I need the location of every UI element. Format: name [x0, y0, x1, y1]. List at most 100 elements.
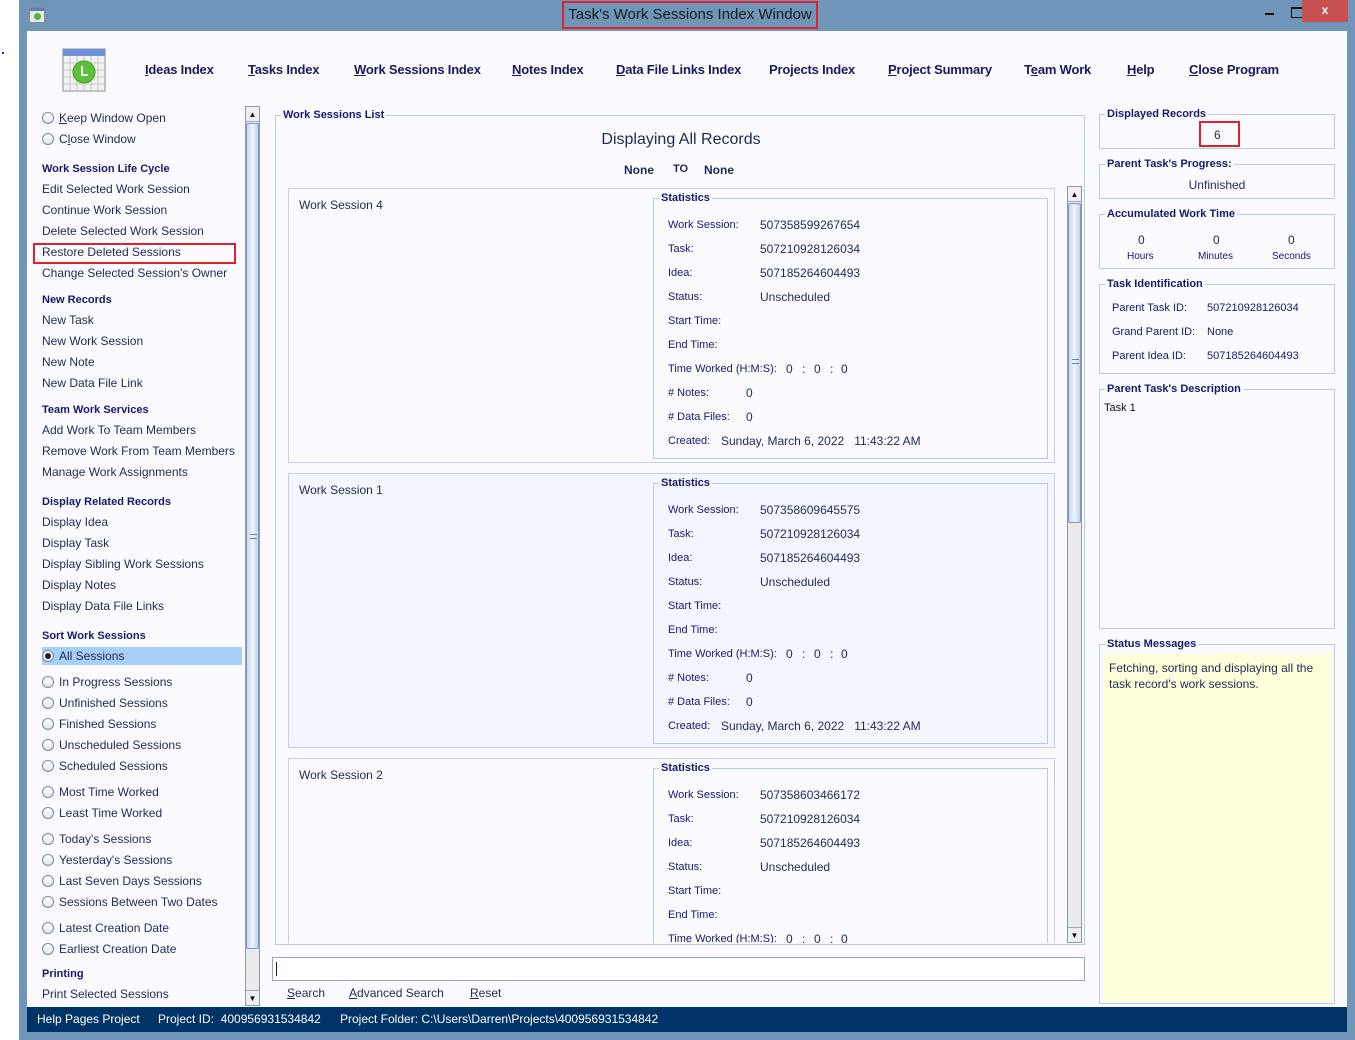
action-restore-deleted-sessions[interactable]: Restore Deleted Sessions — [42, 245, 181, 259]
minimize-button[interactable] — [1257, 0, 1283, 22]
time-separator: : — [830, 647, 834, 661]
seconds-label: Seconds — [1272, 251, 1311, 262]
menu-team-work[interactable]: Team Work — [1024, 62, 1091, 77]
value-task-id: 507210928126034 — [760, 527, 861, 541]
label-work-session: Work Session: — [668, 789, 739, 801]
value-task-id: 507210928126034 — [760, 242, 861, 256]
radio-finished-sessions[interactable]: Finished Sessions — [42, 717, 156, 731]
menu-project-summary[interactable]: Project Summary — [888, 62, 992, 77]
action-print-selected-sessions[interactable]: Print Selected Sessions — [42, 987, 169, 1001]
radio-in-progress-sessions[interactable]: In Progress Sessions — [42, 675, 172, 689]
radio-scheduled-sessions[interactable]: Scheduled Sessions — [42, 759, 168, 773]
left-pane-scrollbar[interactable]: ▲ ▼ — [245, 106, 260, 1006]
action-display-notes[interactable]: Display Notes — [42, 578, 116, 592]
label-start-time: Start Time: — [668, 315, 722, 327]
action-display-idea[interactable]: Display Idea — [42, 515, 108, 529]
action-edit-selected-work-session[interactable]: Edit Selected Work Session — [42, 182, 190, 196]
title-bar[interactable]: Task's Work Sessions Index Window x — [19, 0, 1355, 30]
action-display-task[interactable]: Display Task — [42, 536, 109, 550]
search-input[interactable] — [272, 957, 1085, 981]
action-add-work-to-team[interactable]: Add Work To Team Members — [42, 423, 196, 437]
section-header-related-records: Display Related Records — [42, 496, 171, 508]
action-new-task[interactable]: New Task — [42, 313, 94, 327]
value-minutes: 0 — [814, 647, 821, 661]
status-messages-panel: Status Messages Fetching, sorting and di… — [1099, 638, 1335, 1004]
scroll-down-arrow-icon[interactable]: ▼ — [246, 990, 259, 1005]
menu-close-program[interactable]: Close Program — [1189, 62, 1279, 77]
scroll-thumb[interactable] — [246, 123, 259, 949]
radio-least-time-worked[interactable]: Least Time Worked — [42, 806, 162, 820]
menu-tasks-index[interactable]: Tasks Index — [248, 62, 319, 77]
scroll-up-arrow-icon[interactable]: ▲ — [246, 107, 259, 122]
label-idea: Idea: — [668, 837, 693, 849]
radio-unfinished-sessions[interactable]: Unfinished Sessions — [42, 696, 168, 710]
close-window-button[interactable]: x — [1302, 0, 1348, 22]
advanced-search-button[interactable]: Advanced Search — [349, 986, 444, 1000]
value-seconds: 0 — [841, 932, 848, 943]
radio-all-sessions[interactable]: All Sessions — [42, 649, 124, 663]
value-minutes: 0 — [814, 362, 821, 376]
action-new-work-session[interactable]: New Work Session — [42, 334, 143, 348]
section-header-sort: Sort Work Sessions — [42, 630, 146, 642]
action-manage-work-assignments[interactable]: Manage Work Assignments — [42, 465, 188, 479]
parent-task-description-panel: Parent Task's Description Task 1 — [1099, 383, 1335, 629]
menu-help[interactable]: Help — [1127, 62, 1155, 77]
app-calendar-icon — [29, 7, 45, 23]
window-title: Task's Work Sessions Index Window — [562, 1, 818, 29]
action-continue-work-session[interactable]: Continue Work Session — [42, 203, 167, 217]
radio-between-two-dates[interactable]: Sessions Between Two Dates — [42, 895, 218, 909]
radio-todays-sessions[interactable]: Today's Sessions — [42, 832, 151, 846]
menu-data-file-links-index[interactable]: Data File Links Index — [616, 62, 741, 77]
action-remove-work-from-team[interactable]: Remove Work From Team Members — [42, 444, 235, 458]
search-button[interactable]: Search — [287, 986, 325, 1000]
radio-icon — [42, 807, 54, 819]
radio-yesterdays-sessions[interactable]: Yesterday's Sessions — [42, 853, 172, 867]
action-delete-selected-work-session[interactable]: Delete Selected Work Session — [42, 224, 204, 238]
radio-last-seven-days[interactable]: Last Seven Days Sessions — [42, 874, 202, 888]
menu-projects-index[interactable]: Projects Index — [769, 62, 855, 77]
radio-close-window[interactable]: Close Window — [42, 132, 136, 146]
label-end-time: End Time: — [668, 909, 718, 921]
label-idea: Idea: — [668, 267, 693, 279]
accumulated-work-time-legend: Accumulated Work Time — [1105, 208, 1237, 220]
hours-label: Hours — [1127, 251, 1154, 262]
text-caret — [276, 962, 277, 976]
session-card[interactable]: Work Session 4 Statistics Work Session: … — [288, 188, 1055, 463]
action-change-session-owner[interactable]: Change Selected Session's Owner — [42, 266, 227, 280]
value-idea-id: 507185264604493 — [760, 836, 861, 850]
session-card[interactable]: Work Session 1 Statistics Work Session: … — [288, 473, 1055, 748]
value-seconds: 0 — [841, 647, 848, 661]
action-new-note[interactable]: New Note — [42, 355, 95, 369]
menu-work-sessions-index[interactable]: Work Sessions Index — [354, 62, 481, 77]
section-header-new-records: New Records — [42, 294, 112, 306]
radio-most-time-worked[interactable]: Most Time Worked — [42, 785, 159, 799]
action-display-sibling-sessions[interactable]: Display Sibling Work Sessions — [42, 557, 204, 571]
label-end-time: End Time: — [668, 624, 718, 636]
action-new-data-file-link[interactable]: New Data File Link — [42, 376, 143, 390]
action-display-data-file-links[interactable]: Display Data File Links — [42, 599, 164, 613]
status-project-folder: Project Folder: C:\Users\Darren\Projects… — [340, 1012, 659, 1026]
parent-task-description: Task 1 — [1104, 402, 1136, 414]
parent-task-progress-panel: Parent Task's Progress: Unfinished — [1099, 158, 1335, 199]
radio-latest-creation-date[interactable]: Latest Creation Date — [42, 921, 169, 935]
radio-earliest-creation-date[interactable]: Earliest Creation Date — [42, 942, 176, 956]
displayed-records-legend: Displayed Records — [1105, 108, 1209, 120]
scroll-down-arrow-icon[interactable]: ▼ — [1068, 927, 1081, 942]
accum-minutes: 0 — [1213, 233, 1220, 247]
session-card[interactable]: Work Session 2 Statistics Work Session: … — [288, 758, 1055, 943]
section-header-lifecycle: Work Session Life Cycle — [42, 163, 170, 175]
value-notes-count: 0 — [746, 671, 753, 685]
radio-keep-window-open[interactable]: Keep Window Open — [42, 111, 166, 125]
reset-button[interactable]: Reset — [470, 986, 501, 1000]
session-list-scrollbar[interactable]: ▲ ▼ — [1067, 186, 1082, 943]
work-sessions-list: Work Sessions List Displaying All Record… — [275, 109, 1085, 945]
menu-notes-index[interactable]: Notes Index — [512, 62, 584, 77]
radio-unscheduled-sessions[interactable]: Unscheduled Sessions — [42, 738, 181, 752]
value-seconds: 0 — [841, 362, 848, 376]
menu-ideas-index[interactable]: Ideas Index — [145, 62, 214, 77]
calendar-clock-icon — [62, 48, 106, 92]
grand-parent-id: None — [1207, 326, 1234, 338]
scroll-up-arrow-icon[interactable]: ▲ — [1068, 187, 1081, 202]
scroll-thumb[interactable] — [1068, 203, 1081, 523]
label-task: Task: — [668, 813, 694, 825]
